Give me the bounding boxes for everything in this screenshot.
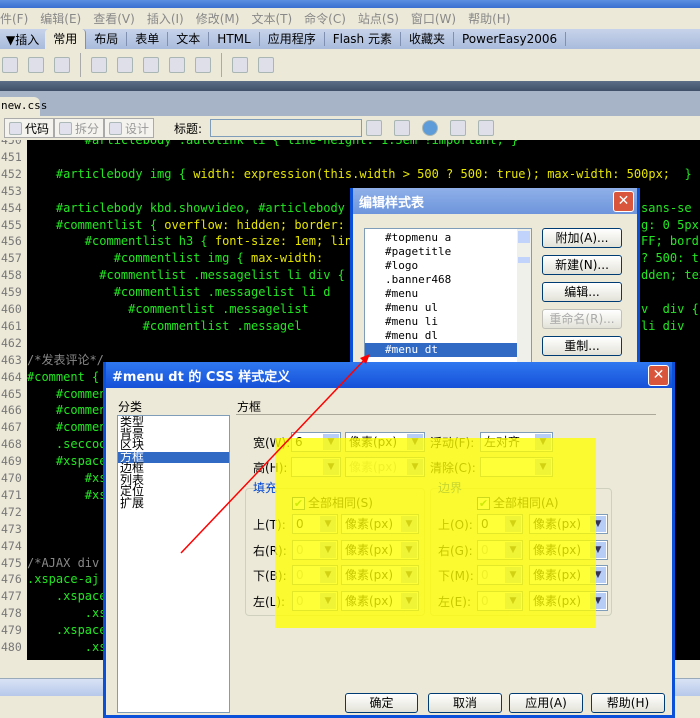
- red-arrow-line: [180, 355, 369, 554]
- annotation-layer: [180, 354, 370, 554]
